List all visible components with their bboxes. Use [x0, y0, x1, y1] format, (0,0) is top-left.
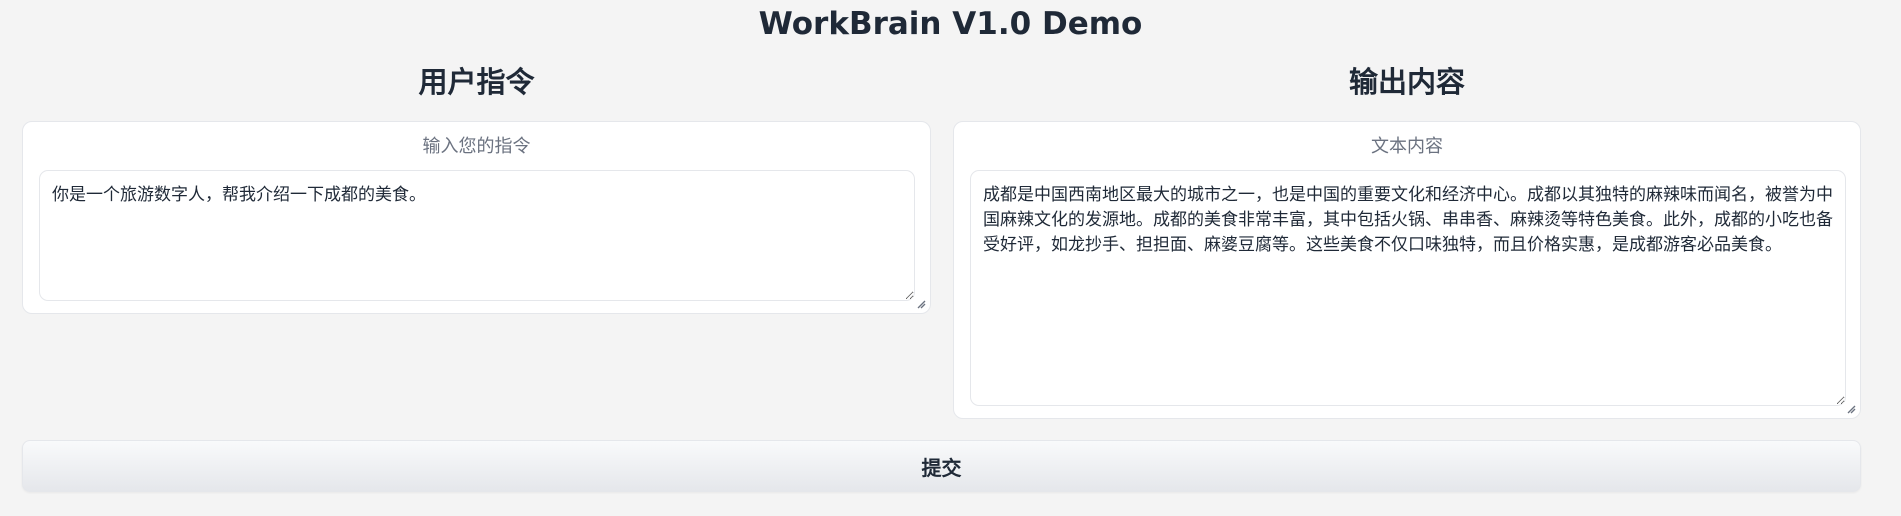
input-column-heading: 用户指令	[418, 65, 535, 99]
input-label: 输入您的指令	[422, 136, 531, 157]
output-panel: 文本内容 成都是中国西南地区最大的城市之一，也是中国的重要文化和经济中心。成都以…	[953, 121, 1861, 419]
resize-handle-icon[interactable]	[916, 299, 926, 309]
output-textarea[interactable]: 成都是中国西南地区最大的城市之一，也是中国的重要文化和经济中心。成都以其独特的麻…	[970, 170, 1846, 406]
output-label: 文本内容	[1371, 136, 1443, 157]
output-column-heading: 输出内容	[1348, 65, 1465, 99]
resize-handle-icon[interactable]	[1846, 404, 1856, 414]
input-panel: 输入您的指令 你是一个旅游数字人，帮我介绍一下成都的美食。	[22, 121, 931, 314]
app-title: WorkBrain V1.0 Demo	[758, 6, 1143, 42]
instruction-input[interactable]: 你是一个旅游数字人，帮我介绍一下成都的美食。	[39, 170, 915, 301]
submit-button[interactable]: 提交	[22, 440, 1861, 492]
